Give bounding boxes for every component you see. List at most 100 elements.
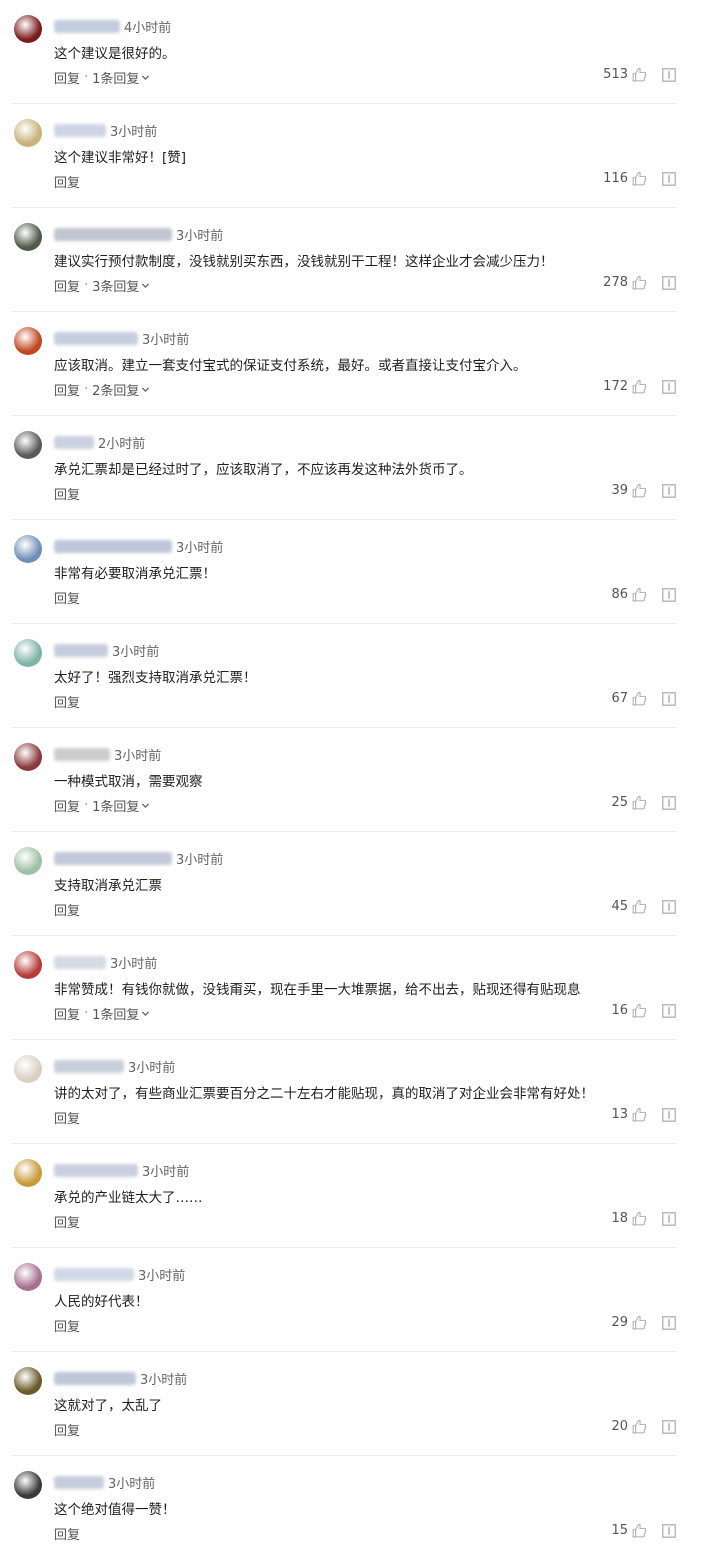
username-blurred[interactable] [54, 1267, 134, 1281]
username-blurred[interactable] [54, 1163, 138, 1177]
thumbs-up-icon[interactable] [631, 1210, 648, 1227]
username-blurred[interactable] [54, 747, 110, 761]
reply-button[interactable]: 回复 [54, 172, 80, 191]
thumbs-up-icon[interactable] [631, 1314, 648, 1331]
thumbs-up-icon[interactable] [631, 690, 648, 707]
chevron-down-icon [142, 1011, 150, 1016]
avatar[interactable] [14, 1263, 42, 1291]
avatar[interactable] [14, 535, 42, 563]
avatar[interactable] [14, 1367, 42, 1395]
like-count: 278 [603, 275, 628, 290]
comment-right-actions: 172 [603, 378, 676, 395]
avatar[interactable] [14, 119, 42, 147]
avatar[interactable] [14, 327, 42, 355]
report-icon[interactable] [662, 379, 676, 394]
view-replies-button[interactable]: 3条回复 [92, 276, 150, 295]
thumbs-up-icon[interactable] [631, 66, 648, 83]
replies-count: 3条回复 [92, 280, 140, 295]
comment-meta: 3小时前 [54, 536, 223, 556]
comment-time: 3小时前 [110, 956, 158, 972]
avatar[interactable] [14, 639, 42, 667]
report-icon[interactable] [662, 171, 676, 186]
like-count: 513 [603, 67, 628, 82]
username-blurred[interactable] [54, 227, 172, 241]
report-icon[interactable] [662, 67, 676, 82]
comment-time: 3小时前 [142, 1164, 190, 1180]
thumbs-up-icon[interactable] [631, 794, 648, 811]
reply-button[interactable]: 回复 [54, 900, 80, 919]
report-icon[interactable] [662, 691, 676, 706]
username-blurred[interactable] [54, 1475, 104, 1489]
reply-button[interactable]: 回复 [54, 1316, 80, 1335]
thumbs-up-icon[interactable] [631, 1106, 648, 1123]
view-replies-button[interactable]: 1条回复 [92, 796, 150, 815]
comment-right-actions: 39 [611, 482, 676, 499]
reply-button[interactable]: 回复 [54, 1524, 80, 1543]
report-icon[interactable] [662, 1107, 676, 1122]
view-replies-button[interactable]: 1条回复 [92, 68, 150, 87]
like-count: 18 [611, 1211, 628, 1226]
report-icon[interactable] [662, 795, 676, 810]
thumbs-up-icon[interactable] [631, 1522, 648, 1539]
username-blurred[interactable] [54, 19, 120, 33]
comment-item: 3小时前 非常有必要取消承兑汇票！ 回复 86 [12, 520, 676, 624]
reply-button[interactable]: 回复 [54, 276, 80, 295]
avatar[interactable] [14, 951, 42, 979]
thumbs-up-icon[interactable] [631, 170, 648, 187]
username-blurred[interactable] [54, 955, 106, 969]
comment-text: 这个建议是很好的。 [54, 46, 176, 62]
reply-button[interactable]: 回复 [54, 1108, 80, 1127]
report-icon[interactable] [662, 275, 676, 290]
separator-dot: · [84, 1006, 89, 1021]
username-blurred[interactable] [54, 435, 94, 449]
thumbs-up-icon[interactable] [631, 1418, 648, 1435]
report-icon[interactable] [662, 1211, 676, 1226]
thumbs-up-icon[interactable] [631, 586, 648, 603]
report-icon[interactable] [662, 1523, 676, 1538]
avatar[interactable] [14, 223, 42, 251]
like-count: 39 [611, 483, 628, 498]
comment-meta: 3小时前 [54, 744, 161, 764]
reply-button[interactable]: 回复 [54, 692, 80, 711]
like-count: 172 [603, 379, 628, 394]
username-blurred[interactable] [54, 123, 106, 137]
view-replies-button[interactable]: 2条回复 [92, 380, 150, 399]
username-blurred[interactable] [54, 851, 172, 865]
avatar[interactable] [14, 1055, 42, 1083]
report-icon[interactable] [662, 587, 676, 602]
avatar[interactable] [14, 15, 42, 43]
username-blurred[interactable] [54, 1059, 124, 1073]
report-icon[interactable] [662, 899, 676, 914]
view-replies-button[interactable]: 1条回复 [92, 1004, 150, 1023]
avatar[interactable] [14, 1471, 42, 1499]
like-count: 67 [611, 691, 628, 706]
username-blurred[interactable] [54, 331, 138, 345]
thumbs-up-icon[interactable] [631, 1002, 648, 1019]
comment-meta: 3小时前 [54, 952, 157, 972]
username-blurred[interactable] [54, 539, 172, 553]
reply-button[interactable]: 回复 [54, 484, 80, 503]
report-icon[interactable] [662, 1419, 676, 1434]
reply-button[interactable]: 回复 [54, 796, 80, 815]
avatar[interactable] [14, 743, 42, 771]
avatar[interactable] [14, 431, 42, 459]
reply-button[interactable]: 回复 [54, 1004, 80, 1023]
thumbs-up-icon[interactable] [631, 274, 648, 291]
reply-button[interactable]: 回复 [54, 1420, 80, 1439]
thumbs-up-icon[interactable] [631, 378, 648, 395]
avatar[interactable] [14, 847, 42, 875]
comment-actions: 回复 [54, 1420, 80, 1439]
report-icon[interactable] [662, 1003, 676, 1018]
separator-dot: · [84, 70, 89, 85]
thumbs-up-icon[interactable] [631, 482, 648, 499]
reply-button[interactable]: 回复 [54, 588, 80, 607]
avatar[interactable] [14, 1159, 42, 1187]
reply-button[interactable]: 回复 [54, 68, 80, 87]
report-icon[interactable] [662, 483, 676, 498]
username-blurred[interactable] [54, 1371, 136, 1385]
reply-button[interactable]: 回复 [54, 380, 80, 399]
report-icon[interactable] [662, 1315, 676, 1330]
reply-button[interactable]: 回复 [54, 1212, 80, 1231]
thumbs-up-icon[interactable] [631, 898, 648, 915]
username-blurred[interactable] [54, 643, 108, 657]
